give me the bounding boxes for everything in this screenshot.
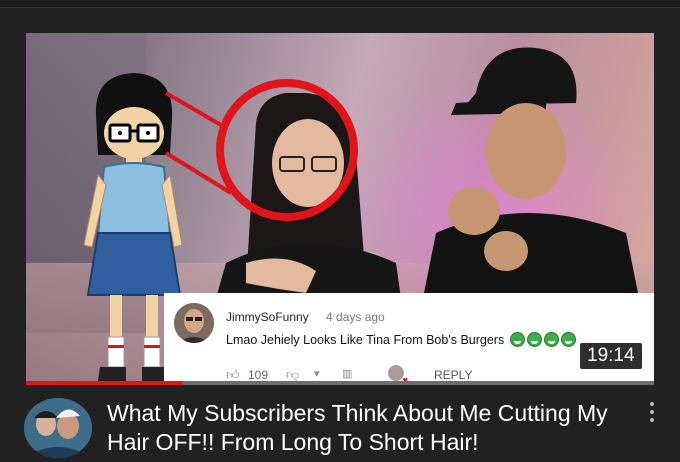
commenter-avatar-image — [174, 303, 214, 343]
person-right — [416, 47, 646, 333]
comment-time[interactable]: 4 days ago — [326, 310, 385, 324]
comment-text-body: Lmao Jehiely Looks Like Tina From Bob's … — [226, 333, 505, 347]
channel-avatar[interactable] — [24, 398, 92, 458]
video-title[interactable]: What My Subscribers Think About Me Cutti… — [107, 399, 642, 457]
top-bar — [0, 0, 680, 8]
comment-text: Lmao Jehiely Looks Like Tina From Bob's … — [226, 332, 576, 347]
creator-heart-icon — [388, 365, 408, 385]
laughing-emoji-icon — [509, 332, 525, 347]
like-count: 109 — [248, 368, 269, 382]
like-dislike-icon: ▾ — [314, 368, 320, 380]
video-thumbnail[interactable]: JimmySoFunny 4 days ago Lmao Jehiely Loo… — [26, 33, 654, 385]
laughing-emoji-icon — [526, 332, 542, 347]
watch-progress-bar — [26, 381, 654, 385]
channel-avatar-image — [24, 398, 92, 458]
callout-circle — [216, 79, 358, 221]
watch-progress-fill — [26, 381, 183, 385]
comment-card: JimmySoFunny 4 days ago Lmao Jehiely Loo… — [164, 293, 654, 385]
duration-badge: 19:14 — [580, 343, 642, 369]
commenter-avatar[interactable] — [174, 303, 214, 343]
laughing-emoji-icon — [543, 332, 559, 347]
more-vert-icon[interactable] — [646, 402, 658, 426]
laughing-emoji-icon — [560, 332, 576, 347]
reply-button[interactable]: REPLY — [434, 368, 472, 382]
comment-author[interactable]: JimmySoFunny — [226, 310, 309, 324]
stats-icon: ▥ — [342, 368, 353, 380]
